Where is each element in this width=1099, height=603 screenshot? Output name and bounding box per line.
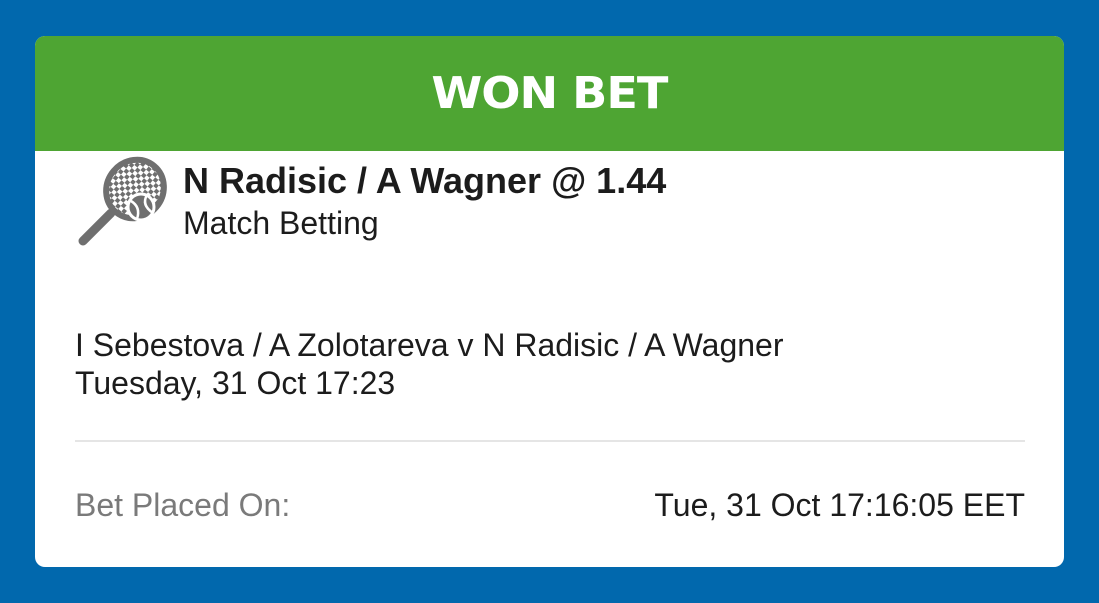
bet-placed-value: Tue, 31 Oct 17:16:05 EET (654, 487, 1025, 523)
selection-title: N Radisic / A Wagner @ 1.44 (183, 160, 667, 201)
event-name: I Sebestova / A Zolotareva v N Radisic /… (75, 327, 784, 363)
market-name: Match Betting (183, 205, 379, 241)
banner-title: WON BET (431, 68, 669, 119)
event-info: I Sebestova / A Zolotareva v N Radisic /… (75, 326, 784, 402)
won-bet-banner: WON BET (35, 36, 1064, 151)
divider (75, 440, 1025, 442)
selection-text: N Radisic / A Wagner @ 1.44 Match Bettin… (183, 159, 666, 243)
bet-card: WON BET N Radisic / A Wagner @ 1.44 Matc… (35, 36, 1064, 567)
event-datetime: Tuesday, 31 Oct 17:23 (75, 365, 396, 401)
tennis-racket-icon (75, 155, 171, 256)
bet-placed-row: Bet Placed On: Tue, 31 Oct 17:16:05 EET (75, 485, 1025, 525)
bet-placed-label: Bet Placed On: (75, 487, 291, 523)
selection-block: N Radisic / A Wagner @ 1.44 Match Bettin… (75, 155, 666, 256)
